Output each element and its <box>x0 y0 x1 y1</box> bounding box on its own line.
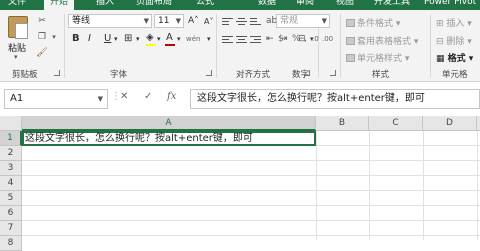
align-top-icon[interactable] <box>222 18 233 27</box>
font-launcher-icon[interactable] <box>206 70 212 76</box>
column-header-b[interactable]: B <box>316 116 369 131</box>
tab-formulas[interactable]: 公式 <box>196 0 214 10</box>
tab-data[interactable]: 数据 <box>258 0 276 10</box>
align-bottom-icon[interactable] <box>250 18 261 27</box>
border-icon[interactable]: ⊞ <box>124 33 132 45</box>
row-header-1[interactable]: 1 <box>0 131 22 146</box>
decrease-decimal-icon[interactable]: .00 <box>322 33 333 45</box>
row-header-5[interactable]: 5 <box>0 191 22 206</box>
row-header-8[interactable]: 8 <box>0 236 22 251</box>
font-color-button[interactable]: A <box>166 32 173 44</box>
name-box[interactable]: A1 ▼ <box>4 89 108 109</box>
percent-format-button[interactable]: % <box>292 33 301 45</box>
row-header-4[interactable]: 4 <box>0 176 22 191</box>
phonetic-button[interactable]: wén <box>186 33 200 45</box>
grow-font-button[interactable]: A˄ <box>188 15 199 27</box>
tab-file[interactable]: 文件 <box>8 0 26 10</box>
column-header-d[interactable]: D <box>423 116 477 131</box>
chevron-down-icon: ▼ <box>321 17 327 25</box>
clipboard-group-label: 剪贴板 <box>12 70 38 80</box>
delete-cells-button[interactable]: ⊟ 删除 ▾ <box>436 34 472 47</box>
worksheet-grid[interactable]: A B C D 1 2 3 4 5 6 7 8 这段文字很长，怎么换行呢？按al… <box>0 116 480 251</box>
increase-decimal-icon[interactable]: .0 <box>312 33 319 45</box>
select-all-button[interactable] <box>0 116 22 131</box>
row-header-2[interactable]: 2 <box>0 146 22 161</box>
row-header-3[interactable]: 3 <box>0 161 22 176</box>
format-cells-button[interactable]: ▦ 格式 ▾ <box>436 51 473 64</box>
formula-input[interactable]: 这段文字很长，怎么换行呢？按alt+enter键，即可 <box>190 89 480 109</box>
font-name-select[interactable]: 等线 ▼ <box>68 14 152 28</box>
align-right-icon[interactable] <box>250 36 261 45</box>
shrink-font-button[interactable]: A˅ <box>204 16 213 28</box>
paste-dropdown-icon[interactable]: ▾ <box>14 53 18 61</box>
align-left-icon[interactable] <box>222 36 233 45</box>
styles-group-label: 样式 <box>372 70 390 80</box>
font-color-dropdown-icon[interactable]: ▾ <box>177 33 181 45</box>
italic-button[interactable]: I <box>88 33 91 45</box>
align-center-icon[interactable] <box>236 36 247 45</box>
formula-bar: A1 ▼ ⋮ ✕ ✓ fx 这段文字很长，怎么换行呢？按alt+enter键，即可 <box>0 89 480 111</box>
clipboard-launcher-icon[interactable] <box>54 70 60 76</box>
tab-view[interactable]: 视图 <box>336 0 354 10</box>
cut-icon[interactable]: ✂ <box>36 16 48 26</box>
fill-color-bar <box>146 44 156 46</box>
conditional-formatting-button[interactable]: 条件格式 ▾ <box>346 16 400 29</box>
row-header-7[interactable]: 7 <box>0 221 22 236</box>
insert-cells-button[interactable]: ⊞ 插入 ▾ <box>436 16 472 29</box>
tab-home[interactable]: 开始 <box>44 0 75 10</box>
copy-icon[interactable]: ❐ <box>36 32 48 42</box>
number-format-select[interactable]: 常规 ▼ <box>276 14 330 28</box>
insert-function-button[interactable]: fx <box>167 91 176 102</box>
cells-group-label: 单元格 <box>442 70 468 80</box>
decrease-indent-icon[interactable]: ⇤ <box>266 33 274 45</box>
column-header-a[interactable]: A <box>22 116 316 131</box>
tab-page-layout[interactable]: 页面布局 <box>136 0 172 10</box>
cell-styles-button[interactable]: 单元格样式 ▾ <box>346 51 409 64</box>
enter-icon[interactable]: ✓ <box>144 91 152 102</box>
tab-power-pivot[interactable]: Power Pivot <box>424 0 476 10</box>
alignment-group-label: 对齐方式 <box>236 70 271 80</box>
fill-color-dropdown-icon[interactable]: ▾ <box>157 33 161 45</box>
font-color-bar <box>165 44 175 46</box>
chevron-down-icon: ▼ <box>175 17 181 25</box>
copy-dropdown-icon[interactable]: ▾ <box>48 32 60 42</box>
tab-insert[interactable]: 插入 <box>96 0 114 10</box>
cancel-icon[interactable]: ✕ <box>120 91 128 102</box>
font-group-label: 字体 <box>110 70 128 80</box>
cell-a1-text: 这段文字很长，怎么换行呢？按alt+enter键，即可 <box>25 133 253 144</box>
format-painter-icon[interactable]: 🖌 <box>36 48 48 58</box>
underline-button[interactable]: U <box>104 33 111 45</box>
ribbon-tab-bar: 文件 开始 插入 页面布局 公式 数据 审阅 视图 开发工具 Power Piv… <box>0 0 480 10</box>
chevron-down-icon: ▼ <box>97 95 103 103</box>
chevron-down-icon: ▼ <box>143 17 149 25</box>
underline-dropdown-icon[interactable]: ▾ <box>114 33 118 45</box>
accounting-format-button[interactable]: $ <box>278 33 284 45</box>
paste-icon[interactable] <box>8 16 28 39</box>
comma-style-button[interactable]: , <box>304 33 307 45</box>
bold-button[interactable]: B <box>72 33 80 45</box>
font-size-select[interactable]: 11 ▼ <box>154 14 184 28</box>
number-launcher-icon[interactable] <box>330 70 336 76</box>
column-header-c[interactable]: C <box>369 116 423 131</box>
format-as-table-button[interactable]: 套用表格格式 ▾ <box>346 34 418 47</box>
tab-developer[interactable]: 开发工具 <box>374 0 410 10</box>
align-middle-icon[interactable] <box>236 18 247 27</box>
tab-review[interactable]: 审阅 <box>296 0 314 10</box>
phonetic-dropdown-icon[interactable]: ▾ <box>207 33 211 45</box>
border-dropdown-icon[interactable]: ▾ <box>136 33 140 45</box>
fill-color-icon[interactable]: ◈ <box>146 32 154 44</box>
number-group-label: 数字 <box>292 70 310 80</box>
row-header-6[interactable]: 6 <box>0 206 22 221</box>
